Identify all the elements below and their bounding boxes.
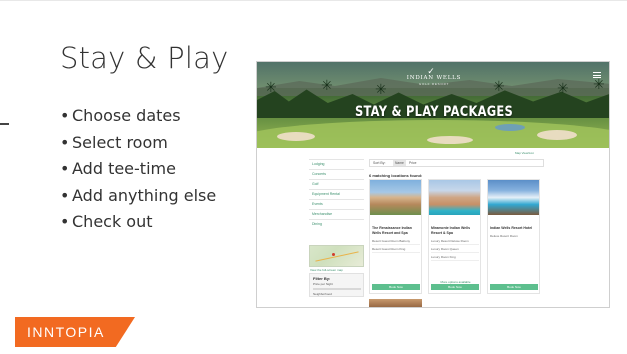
room-option[interactable]: Resort Guest Room King <box>372 247 420 253</box>
bullet-item: • Add tee-time <box>60 159 176 178</box>
hotel-photo[interactable] <box>369 299 422 307</box>
hero-title: STAY & PLAY PACKAGES <box>354 104 514 120</box>
hotel-photo[interactable] <box>488 180 539 215</box>
logo-text: INNTOPIA <box>27 324 105 340</box>
sidebar-item-events[interactable]: Events <box>309 199 364 209</box>
mini-map[interactable] <box>309 245 364 267</box>
book-now-button[interactable]: Book Now <box>490 284 538 290</box>
book-now-button[interactable]: Book Now <box>372 284 420 290</box>
hero-water <box>495 124 525 131</box>
palm-tree-icon: ✳ <box>557 81 569 97</box>
resort-logo-text[interactable]: INDIAN WELLS <box>399 75 469 81</box>
hero-bunker <box>277 132 315 141</box>
bullet-list: • Choose dates • Select room • Add tee-time… <box>60 103 216 236</box>
lodging-card: Indian Wells Resort Hotel Deluxe Resort … <box>487 179 540 294</box>
palm-tree-icon: ✳ <box>493 79 505 95</box>
sort-option-price[interactable]: Price <box>407 160 419 166</box>
filter-panel: Filter By: Price per Night Neighborhood <box>309 273 364 297</box>
palm-tree-icon: ✳ <box>321 78 333 94</box>
palm-tree-icon: ✳ <box>265 80 277 96</box>
bullet-item: • Add anything else <box>60 185 217 205</box>
hamburger-menu-icon[interactable] <box>593 72 601 78</box>
sidebar-item-golf[interactable]: Golf <box>309 179 364 189</box>
map-view-toggle[interactable]: Map View/List <box>515 151 534 155</box>
room-option[interactable]: Deluxe Resort Room <box>490 234 538 240</box>
bullet-item: • Check out <box>60 212 153 231</box>
resort-logo-subtitle: GOLF RESORT <box>418 82 450 86</box>
lodging-card: The Renaissance Indian Wells Resort and … <box>369 179 422 294</box>
room-option[interactable]: Luxury Resort Deluxe Room <box>431 239 479 245</box>
hotel-name[interactable]: The Renaissance Indian Wells Resort and … <box>372 226 421 235</box>
hotel-photo[interactable] <box>370 180 421 215</box>
filter-title: Filter By: <box>313 276 331 281</box>
map-pin-icon <box>332 253 335 256</box>
hero-bunker <box>427 136 473 144</box>
website-screenshot: ✳ ✳ ✳ ✳ ✳ ✳ ✓ INDIAN WELLS GOLF RESORT S… <box>256 61 610 308</box>
inntopia-logo: INNTOPIA <box>15 317 135 347</box>
slide-title: Stay & Play <box>60 41 229 75</box>
sidebar-item-equipment-rental[interactable]: Equipment Rental <box>309 189 364 199</box>
fullscreen-map-link[interactable]: View the full-screen map <box>310 268 343 272</box>
room-option[interactable]: Luxury Room Queen <box>431 247 479 253</box>
slide-edge-marker <box>0 123 9 125</box>
sort-label: Sort By: <box>373 161 386 165</box>
room-option[interactable]: Resort Guest Room Balcony <box>372 239 420 245</box>
filter-neighborhood-toggle[interactable]: Neighborhood <box>313 292 332 296</box>
price-slider[interactable] <box>313 288 361 290</box>
palm-tree-icon: ✳ <box>593 77 605 93</box>
sort-option-name[interactable]: Name <box>393 160 406 166</box>
bullet-item: • Select room <box>60 132 168 152</box>
room-option[interactable]: Luxury Room King <box>431 255 479 261</box>
filter-price-label: Price per Night <box>313 282 333 286</box>
hotel-name[interactable]: Indian Wells Resort Hotel <box>490 226 539 231</box>
sidebar-item-merchandise[interactable]: Merchandise <box>309 209 364 219</box>
hero-banner: ✳ ✳ ✳ ✳ ✳ ✳ ✓ INDIAN WELLS GOLF RESORT S… <box>257 62 609 148</box>
sort-bar: Sort By: Name Price <box>369 159 544 167</box>
category-sidebar: Lodging Concerts Golf Equipment Rental E… <box>309 159 364 229</box>
hero-bunker <box>537 130 577 140</box>
lodging-card: Miramonte Indian Wells Resort & Spa Luxu… <box>428 179 481 294</box>
palm-tree-icon: ✳ <box>375 82 387 98</box>
hotel-photo[interactable] <box>429 180 480 215</box>
presentation-slide: Stay & Play • Choose dates • Select room •… <box>0 0 627 354</box>
sidebar-item-dining[interactable]: Dining <box>309 219 364 229</box>
map-road <box>315 251 359 262</box>
hotel-name[interactable]: Miramonte Indian Wells Resort & Spa <box>431 226 480 235</box>
book-now-button[interactable]: Book Now <box>431 284 479 290</box>
result-count: 6 matching locations found: <box>369 173 423 178</box>
sidebar-item-concerts[interactable]: Concerts <box>309 169 364 179</box>
sidebar-item-lodging[interactable]: Lodging <box>309 159 364 169</box>
bullet-item: • Choose dates <box>60 106 181 125</box>
